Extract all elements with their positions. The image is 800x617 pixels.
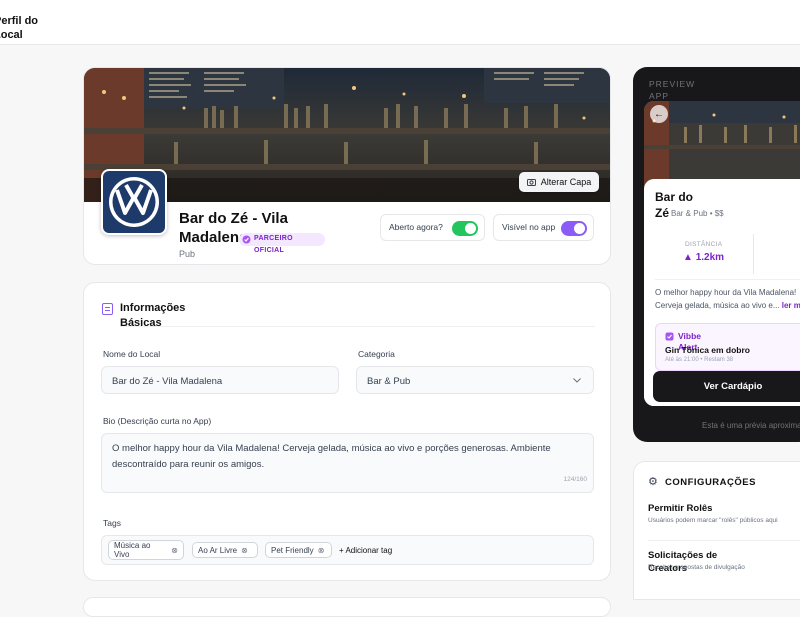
tag-chip: Ao Ar Livre ⊗ bbox=[192, 542, 258, 558]
next-card bbox=[83, 597, 611, 617]
remove-tag-icon[interactable]: ⊗ bbox=[171, 546, 178, 555]
top-bar: Perfil do Local bbox=[0, 0, 800, 45]
divider bbox=[120, 326, 595, 327]
info-card: Informações Básicas Nome do Local Bar do… bbox=[83, 282, 611, 581]
config-item-desc: Usuários podem marcar "rolês" públicos a… bbox=[648, 517, 778, 524]
preview-caption: Esta é uma prévia aproximada bbox=[702, 421, 800, 430]
profile-card: Alterar Capa Bar do Zé - Vila Madalena P… bbox=[83, 67, 611, 265]
change-cover-label: Alterar Capa bbox=[540, 177, 592, 187]
visible-switch[interactable] bbox=[561, 221, 587, 236]
divider bbox=[753, 234, 754, 274]
preview-meta: Bar & Pub • $$ bbox=[671, 209, 724, 218]
tag-chip: Música ao Vivo ⊗ bbox=[108, 540, 184, 560]
remove-tag-icon[interactable]: ⊗ bbox=[318, 546, 325, 555]
app-preview: PREVIEW APP ← Bar do Zé Bar & Pub • $$ D… bbox=[633, 67, 800, 442]
back-arrow-icon[interactable]: ← bbox=[650, 105, 668, 123]
category-label: Categoria bbox=[358, 349, 395, 359]
tags-label: Tags bbox=[103, 518, 121, 528]
tag-label: Pet Friendly bbox=[271, 545, 314, 555]
tag-chip: Pet Friendly ⊗ bbox=[265, 542, 332, 558]
config-item-title: Permitir Rolês bbox=[648, 503, 713, 514]
phone-screen: ← Bar do Zé Bar & Pub • $$ DISTÂNCIA ▲ 1… bbox=[644, 101, 800, 406]
tag-label: Música ao Vivo bbox=[114, 541, 151, 559]
read-more-link[interactable]: ler mais bbox=[782, 301, 800, 310]
distance-text: 1.2km bbox=[695, 252, 725, 263]
name-input[interactable]: Bar do Zé - Vila Madalena bbox=[101, 366, 339, 394]
gear-icon: ⚙ bbox=[648, 476, 658, 488]
config-card: ⚙ CONFIGURAÇÕES Permitir Rolês Usuários … bbox=[633, 461, 800, 600]
config-item-desc: Receber propostas de divulgação bbox=[648, 564, 745, 571]
visible-label: Visível no app bbox=[502, 222, 556, 232]
venue-logo[interactable] bbox=[101, 169, 167, 235]
promo-title: Gin Tônica em dobro bbox=[665, 345, 751, 355]
verified-icon bbox=[242, 235, 251, 244]
tag-label: Ao Ar Livre bbox=[198, 545, 238, 555]
remove-tag-icon[interactable]: ⊗ bbox=[241, 546, 248, 555]
open-now-label: Aberto agora? bbox=[389, 222, 443, 232]
preview-description-text: O melhor happy hour da Vila Madalena! Ce… bbox=[655, 288, 797, 310]
partner-badge-label: PARCEIRO OFICIAL bbox=[254, 234, 293, 254]
bio-text: O melhor happy hour da Vila Madalena! Ce… bbox=[112, 443, 551, 470]
partner-badge: PARCEIRO OFICIAL bbox=[239, 233, 325, 254]
chevron-down-icon bbox=[573, 378, 581, 383]
change-cover-button[interactable]: Alterar Capa bbox=[519, 172, 599, 192]
config-title: CONFIGURAÇÕES bbox=[665, 477, 756, 488]
vw-logo-icon bbox=[103, 171, 165, 233]
open-now-switch[interactable] bbox=[452, 221, 478, 236]
distance-label: DISTÂNCIA bbox=[685, 241, 723, 248]
divider bbox=[648, 540, 800, 541]
alert-icon bbox=[665, 332, 674, 341]
bio-label: Bio (Descrição curta no App) bbox=[103, 416, 212, 426]
bio-counter: 124/160 bbox=[563, 476, 588, 483]
name-label: Nome do Local bbox=[103, 349, 161, 359]
camera-icon bbox=[526, 179, 536, 186]
distance-value: ▲ 1.2km bbox=[683, 252, 724, 263]
category-value: Bar & Pub bbox=[367, 376, 411, 387]
open-now-toggle-box: Aberto agora? bbox=[380, 214, 485, 241]
preview-description: O melhor happy hour da Vila Madalena! Ce… bbox=[655, 286, 800, 312]
divider bbox=[655, 279, 800, 280]
page-title: Perfil do Local bbox=[0, 15, 39, 41]
view-menu-button[interactable]: Ver Cardápio bbox=[653, 371, 800, 402]
preview-label: PREVIEW APP bbox=[649, 79, 696, 101]
venue-type: Pub bbox=[179, 249, 196, 259]
document-icon bbox=[102, 303, 113, 315]
promo-subtitle: Até às 21:00 • Restam 38 bbox=[665, 357, 734, 363]
promo-card[interactable]: Vibbe Alert Gin Tônica em dobro Até às 2… bbox=[655, 323, 800, 371]
add-tag-button[interactable]: + Adicionar tag bbox=[339, 546, 392, 555]
visible-toggle-box: Visível no app bbox=[493, 214, 594, 241]
category-select[interactable]: Bar & Pub bbox=[356, 366, 594, 394]
tags-input[interactable]: Música ao Vivo ⊗ Ao Ar Livre ⊗ Pet Frien… bbox=[101, 535, 594, 565]
bio-textarea[interactable]: O melhor happy hour da Vila Madalena! Ce… bbox=[101, 433, 594, 493]
navigation-arrow-icon: ▲ bbox=[683, 252, 693, 263]
